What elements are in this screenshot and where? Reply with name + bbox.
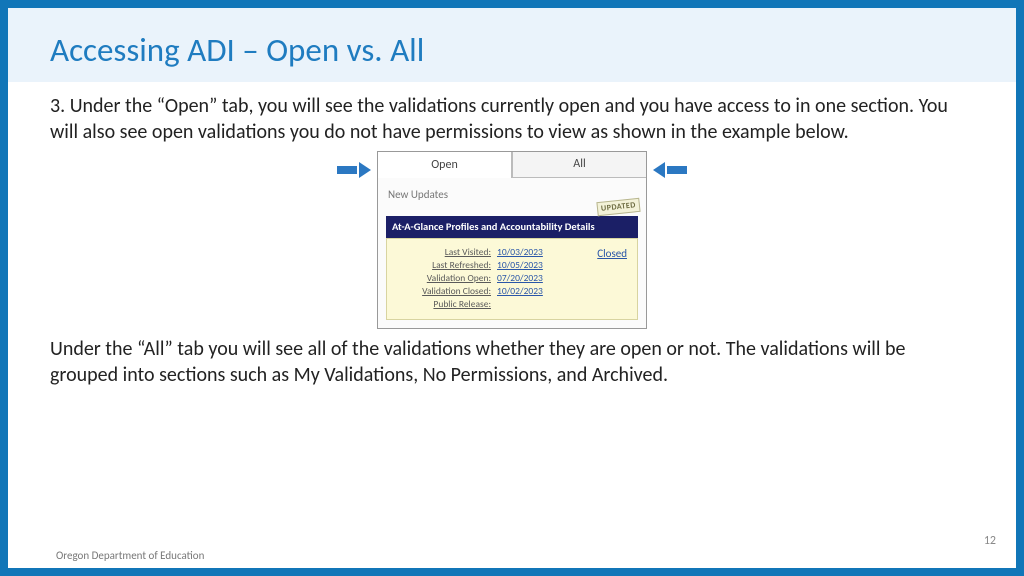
detail-label: Last Visited: (445, 246, 491, 258)
detail-value[interactable] (497, 298, 549, 310)
footer-org: Oregon Department of Education (56, 549, 204, 562)
detail-label: Last Refreshed: (432, 259, 491, 271)
new-updates-label: New Updates (388, 188, 638, 202)
detail-box: Closed Last Visited: 10/03/2023 Last Ref… (386, 238, 638, 321)
paragraph-2: Under the “All” tab you will see all of … (50, 337, 974, 388)
tab-all[interactable]: All (512, 152, 646, 178)
tab-content: New Updates UPDATED At-A-Glance Profiles… (378, 178, 646, 328)
arrow-right-icon (337, 163, 371, 177)
title-band: Accessing ADI – Open vs. All (8, 8, 1016, 82)
detail-row: Last Refreshed: 10/05/2023 (395, 259, 549, 271)
detail-value[interactable]: 07/20/2023 (497, 272, 549, 284)
example-screenshot: Open All New Updates UPDATED At-A-Glance… (50, 151, 974, 329)
detail-value[interactable]: 10/03/2023 (497, 246, 549, 258)
detail-value[interactable]: 10/02/2023 (497, 285, 549, 297)
slide-frame: Accessing ADI – Open vs. All 3. Under th… (0, 0, 1024, 576)
tabs: Open All (378, 152, 646, 178)
updated-badge: UPDATED (596, 198, 640, 217)
panel-banner: At-A-Glance Profiles and Accountability … (386, 216, 638, 237)
tab-open[interactable]: Open (378, 152, 512, 178)
validation-panel: Open All New Updates UPDATED At-A-Glance… (377, 151, 647, 329)
detail-row: Public Release: (395, 298, 549, 310)
detail-row: Last Visited: 10/03/2023 (395, 246, 549, 258)
detail-value[interactable]: 10/05/2023 (497, 259, 549, 271)
detail-label: Validation Open: (427, 272, 491, 284)
detail-row: Validation Closed: 10/02/2023 (395, 285, 549, 297)
closed-link[interactable]: Closed (597, 247, 627, 261)
detail-label: Public Release: (433, 298, 491, 310)
arrow-left-icon (653, 163, 687, 177)
slide-title: Accessing ADI – Open vs. All (50, 30, 974, 70)
detail-label: Validation Closed: (422, 285, 491, 297)
paragraph-1: 3. Under the “Open” tab, you will see th… (50, 94, 974, 145)
slide-body: 3. Under the “Open” tab, you will see th… (8, 82, 1016, 397)
slide: Accessing ADI – Open vs. All 3. Under th… (8, 8, 1016, 568)
page-number: 12 (984, 534, 996, 548)
detail-row: Validation Open: 07/20/2023 (395, 272, 549, 284)
